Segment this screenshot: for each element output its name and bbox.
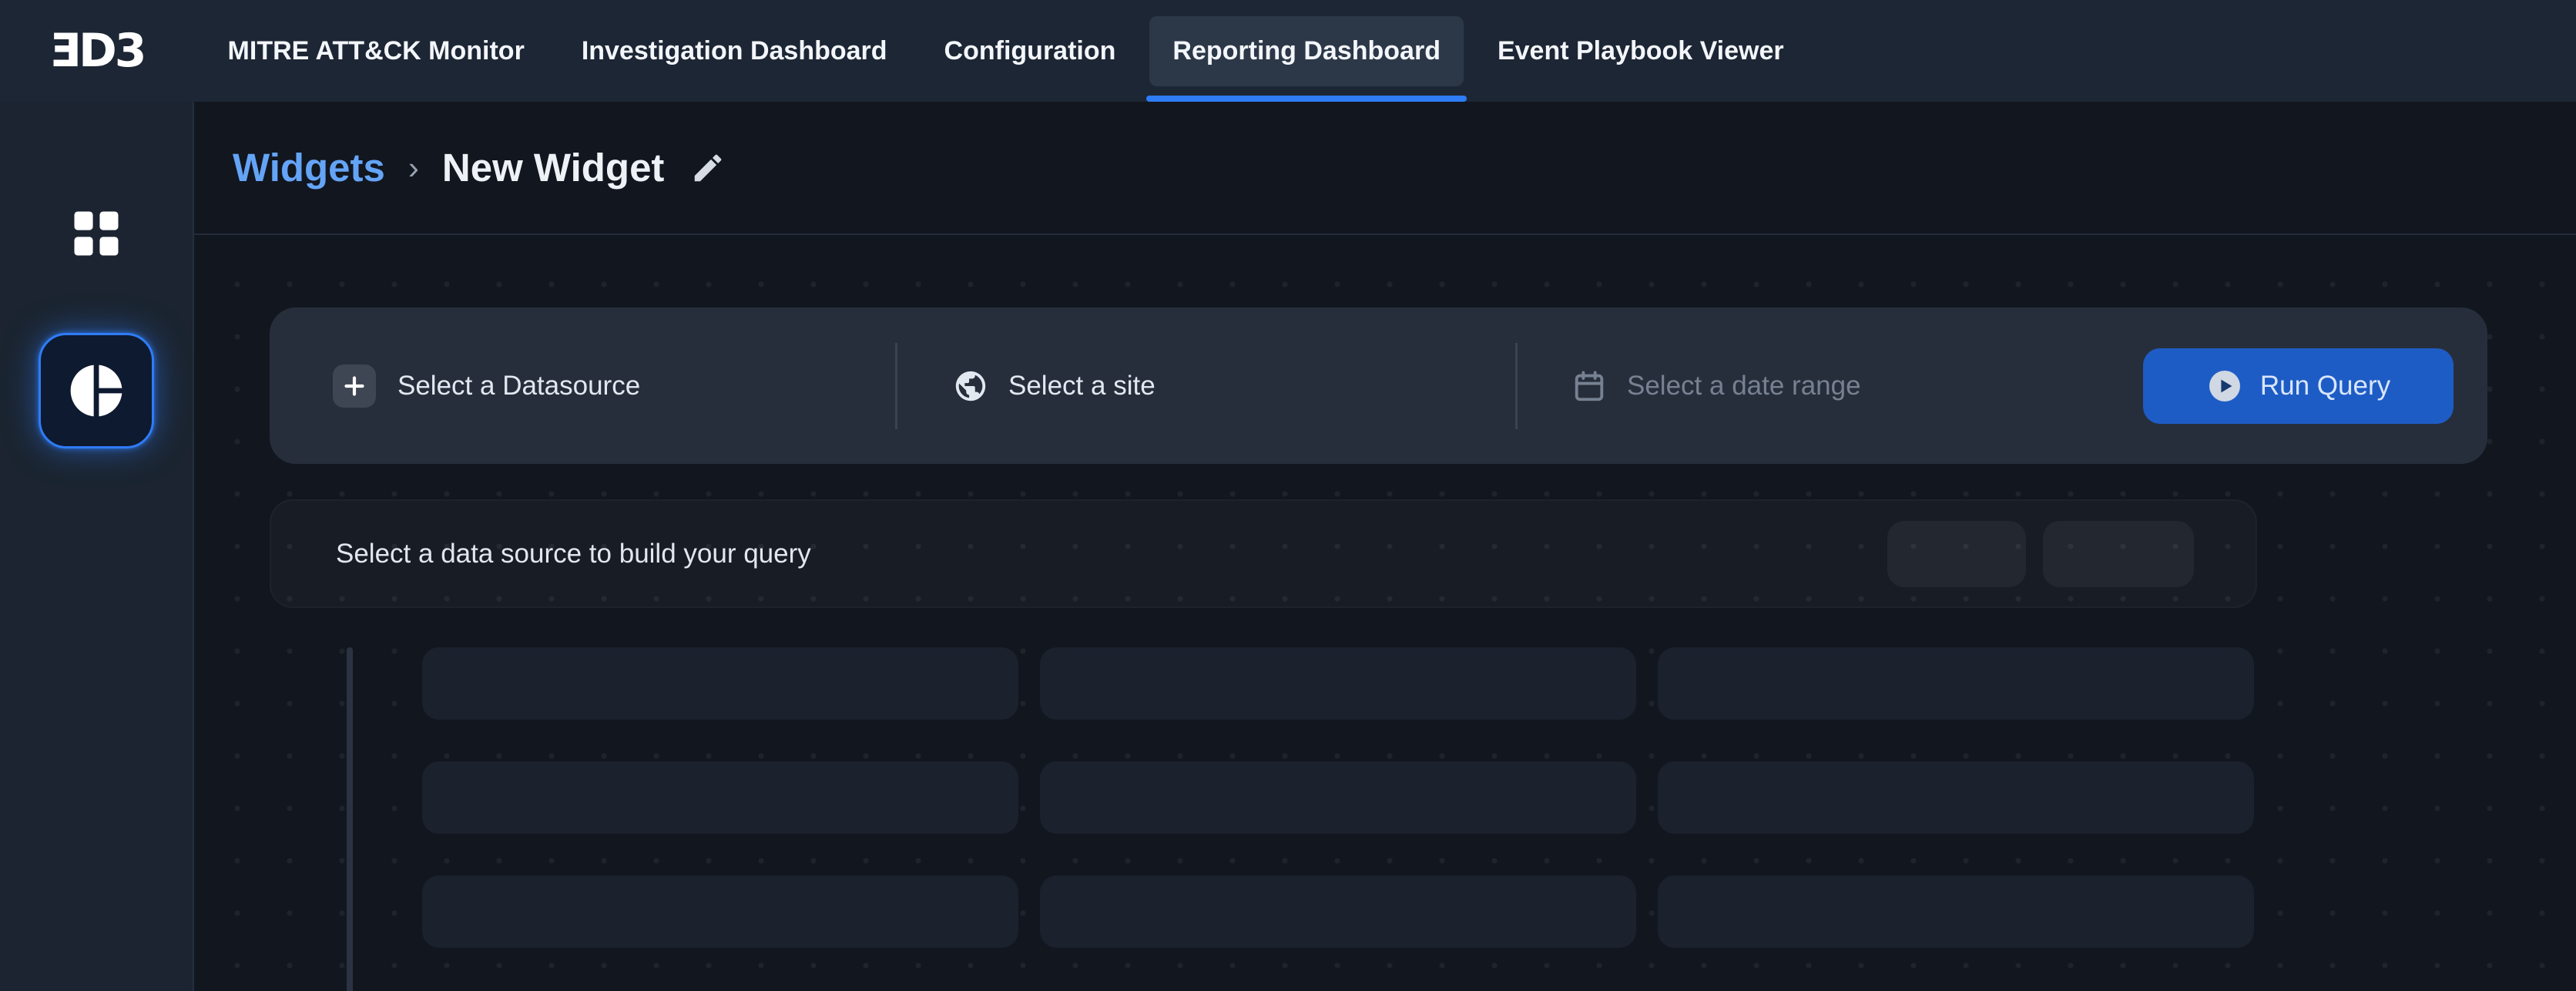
top-nav: ƎD3 MITRE ATT&CK Monitor Investigation D… — [0, 0, 2576, 102]
skeleton-bar — [1040, 761, 1636, 834]
nav-reporting-dashboard[interactable]: Reporting Dashboard — [1149, 16, 1464, 86]
breadcrumb-widgets-link[interactable]: Widgets — [233, 145, 385, 190]
select-date-range-button[interactable]: Select a date range — [1518, 368, 1861, 404]
select-datasource-button[interactable]: Select a Datasource — [300, 364, 895, 408]
pie-chart-icon — [65, 360, 127, 422]
run-query-label: Run Query — [2260, 371, 2390, 401]
body-row: Widgets › New Widget — [0, 102, 2576, 991]
nav-event-playbook-viewer[interactable]: Event Playbook Viewer — [1474, 16, 1807, 86]
d3-logo: ƎD3 — [49, 28, 145, 74]
grid-icon — [67, 204, 126, 263]
skeleton-bar — [1658, 875, 2254, 948]
main-content: Widgets › New Widget — [194, 102, 2576, 991]
globe-icon — [953, 368, 988, 404]
skeleton-bar — [422, 647, 1018, 720]
sidebar-item-widgets[interactable] — [39, 333, 154, 448]
nav-investigation-dashboard[interactable]: Investigation Dashboard — [558, 16, 911, 86]
pencil-icon[interactable] — [690, 150, 726, 186]
skeleton-area — [270, 647, 2576, 991]
page-title: New Widget — [442, 145, 665, 190]
calendar-icon — [1571, 368, 1607, 404]
query-bar: Select a Datasource Select a site — [270, 307, 2487, 464]
placeholder-pill — [2043, 521, 2194, 587]
skeleton-bar — [1040, 647, 1636, 720]
sidebar-item-dashboard[interactable] — [39, 176, 154, 291]
workspace: Select a Datasource Select a site — [194, 235, 2576, 991]
skeleton-bar — [1658, 761, 2254, 834]
skeleton-bar — [1040, 875, 1636, 948]
skeleton-bar — [1658, 647, 2254, 720]
builder-panel: Select a data source to build your query — [270, 499, 2257, 608]
plus-icon — [333, 364, 376, 408]
select-site-button[interactable]: Select a site — [897, 368, 1515, 404]
nav-configuration[interactable]: Configuration — [921, 16, 1139, 86]
skeleton-bar — [422, 875, 1018, 948]
nav-mitre-attck-monitor[interactable]: MITRE ATT&CK Monitor — [205, 16, 548, 86]
run-query-button[interactable]: Run Query — [2143, 348, 2454, 424]
builder-pills — [1887, 521, 2194, 587]
breadcrumb-separator: › — [408, 149, 419, 186]
play-circle-icon — [2206, 368, 2243, 405]
placeholder-pill — [1887, 521, 2026, 587]
select-site-label: Select a site — [1008, 371, 1156, 401]
select-date-range-label: Select a date range — [1627, 371, 1861, 401]
skeleton-grid — [422, 647, 2254, 991]
skeleton-vertical-line — [347, 647, 353, 991]
skeleton-bar — [422, 761, 1018, 834]
builder-empty-message: Select a data source to build your query — [336, 539, 811, 569]
select-datasource-label: Select a Datasource — [397, 371, 640, 401]
top-nav-items: MITRE ATT&CK Monitor Investigation Dashb… — [205, 0, 1807, 102]
sidebar — [0, 102, 194, 991]
breadcrumb: Widgets › New Widget — [194, 102, 2576, 235]
app-root: ƎD3 MITRE ATT&CK Monitor Investigation D… — [0, 0, 2576, 991]
